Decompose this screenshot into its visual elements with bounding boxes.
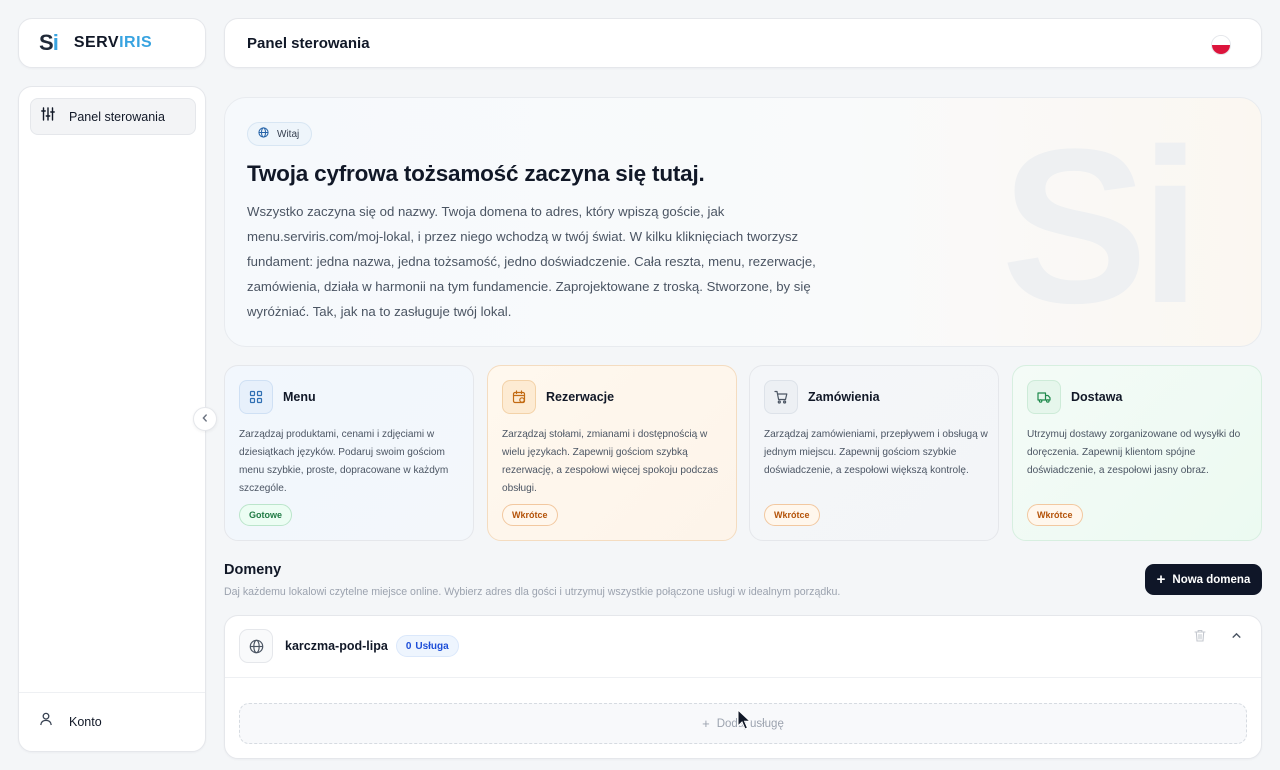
domain-card: karczma-pod-lipa 0 Usługa + Dodaj usługę: [224, 615, 1262, 759]
logo-text-a: SERV: [73, 34, 120, 51]
status-badge: Wkrótce: [502, 504, 558, 526]
chevron-up-icon[interactable]: [1227, 626, 1245, 644]
new-domain-label: Nowa domena: [1172, 573, 1251, 586]
feature-card-delivery[interactable]: Dostawa Utrzymuj dostawy zorganizowane o…: [1012, 365, 1262, 541]
domain-actions: [1173, 626, 1245, 644]
logo-text: SERVIRIS: [74, 34, 152, 52]
calendar-icon: [502, 380, 536, 414]
feature-card-orders[interactable]: Zamówienia Zarządzaj zamówieniami, przep…: [749, 365, 999, 541]
logo-mark-i: i: [52, 30, 59, 55]
globe-icon: [239, 629, 273, 663]
domain-divider: [225, 677, 1261, 678]
trash-icon[interactable]: [1191, 626, 1209, 644]
feature-card-reservations[interactable]: Rezerwacje Zarządzaj stołami, zmianami i…: [487, 365, 737, 541]
cart-icon: [764, 380, 798, 414]
hero-title: Twoja cyfrowa tożsamość zaczyna się tuta…: [247, 161, 705, 186]
flag-pl-icon[interactable]: [1211, 35, 1231, 55]
feature-description: Zarządzaj stołami, zmianami i dostępnośc…: [502, 429, 719, 494]
service-count-label: Usługa: [415, 640, 449, 652]
feature-description: Zarządzaj produktami, cenami i zdjęciami…: [239, 429, 449, 494]
collapse-sidebar-button[interactable]: [193, 407, 217, 431]
domain-name: karczma-pod-lipa: [285, 639, 388, 653]
domains-title: Domeny: [224, 562, 282, 578]
grid-icon: [239, 380, 273, 414]
hero-text: Wszystko zaczyna się od nazwy. Twoja dom…: [247, 204, 816, 319]
welcome-badge: Witaj: [247, 122, 313, 146]
logo-watermark: Si: [1001, 103, 1201, 347]
service-count: 0: [405, 640, 412, 652]
plus-icon: +: [1156, 571, 1166, 588]
feature-card-menu[interactable]: Menu Zarządzaj produktami, cenami i zdję…: [224, 365, 474, 541]
new-domain-button[interactable]: + Nowa domena: [1145, 564, 1262, 595]
logo-text-b: IRIS: [119, 34, 153, 51]
sidebar-item-account[interactable]: Konto: [39, 712, 102, 731]
welcome-hero: Si Witaj Twoja cyfrowa tożsamość zaczyna…: [224, 97, 1262, 347]
sidebar-account-label: Konto: [69, 714, 102, 729]
sidebar-item-label: Panel sterowania: [69, 109, 165, 124]
feature-description: Zarządzaj zamówieniami, przepływem i obs…: [764, 429, 988, 476]
logo[interactable]: Si SERVIRIS: [18, 18, 206, 68]
sidebar-divider: [19, 692, 205, 693]
user-icon: [39, 712, 53, 731]
sliders-icon: [41, 107, 55, 126]
domains-subtitle: Daj każdemu lokalowi czytelne miejsce on…: [224, 586, 841, 598]
service-count-badge: 0 Usługa: [395, 635, 459, 657]
sidebar: Panel sterowania Konto: [18, 86, 206, 752]
feature-title: Zamówienia: [808, 390, 880, 404]
page-title: Panel sterowania: [247, 34, 370, 52]
top-header: Panel sterowania: [224, 18, 1262, 68]
feature-description: Utrzymuj dostawy zorganizowane od wysyłk…: [1027, 429, 1241, 476]
mouse-cursor-icon: [737, 708, 752, 736]
domain-row[interactable]: karczma-pod-lipa 0 Usługa: [239, 628, 1247, 664]
plus-icon: +: [702, 716, 710, 731]
status-badge: Wkrótce: [1027, 504, 1083, 526]
sidebar-item-dashboard[interactable]: Panel sterowania: [30, 98, 196, 135]
feature-title: Dostawa: [1071, 390, 1123, 404]
chevron-left-icon: [200, 410, 210, 428]
logo-mark-s: S: [39, 30, 54, 55]
feature-title: Rezerwacje: [546, 390, 615, 404]
status-badge: Wkrótce: [764, 504, 820, 526]
truck-icon: [1027, 380, 1061, 414]
logo-mark: Si: [39, 30, 59, 56]
welcome-badge-label: Witaj: [277, 128, 300, 140]
feature-title: Menu: [283, 390, 316, 404]
globe-icon: [258, 127, 269, 141]
status-badge: Gotowe: [239, 504, 292, 526]
